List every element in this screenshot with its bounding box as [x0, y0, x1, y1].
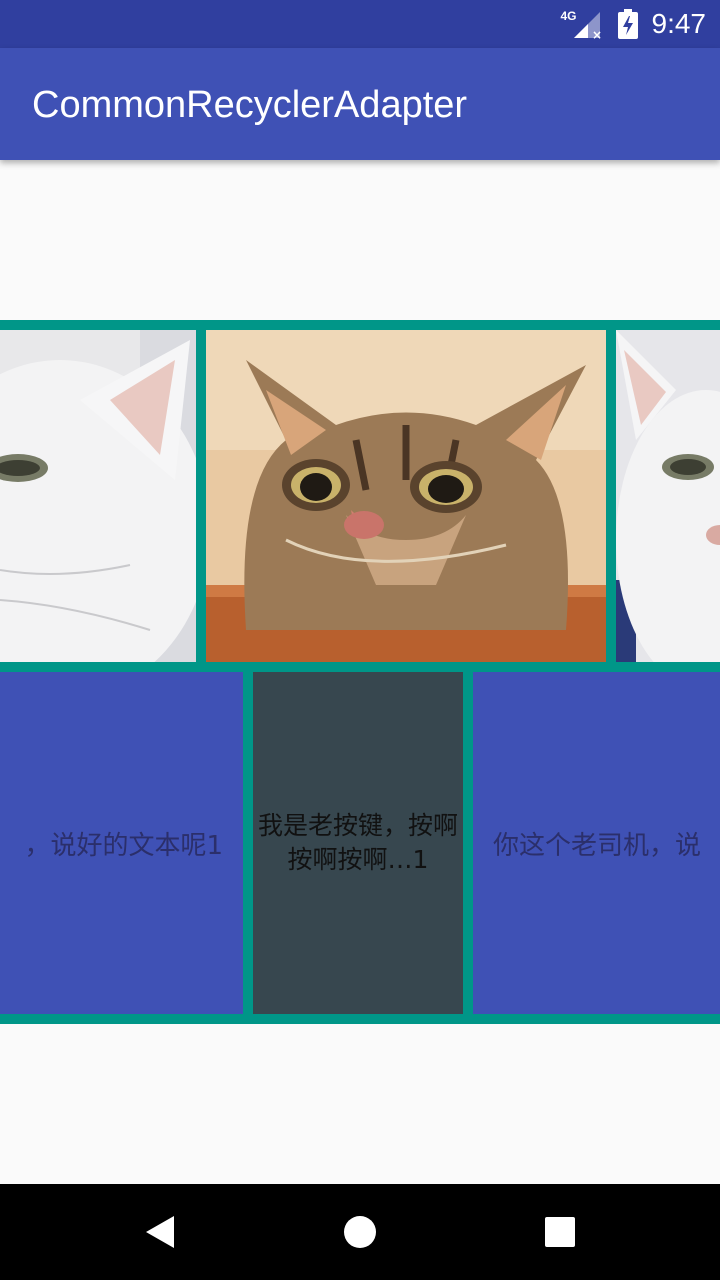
white-cat-photo	[616, 330, 720, 662]
battery-charging-icon	[617, 9, 638, 39]
tabby-cat-photo	[206, 330, 606, 662]
text-item-1[interactable]: ，说好的文本呢1	[0, 672, 243, 1014]
image-item-white-cat-right[interactable]	[616, 330, 720, 662]
status-time: 9:47	[651, 8, 707, 39]
home-icon[interactable]	[340, 1212, 380, 1252]
image-item-white-cat-left[interactable]	[0, 330, 196, 662]
text-recycler-row[interactable]: ，说好的文本呢1 我是老按键，按啊按啊按啊…1 你这个老司机，说	[0, 662, 720, 1024]
signal-icon: 4G ×	[561, 0, 604, 48]
text-item-3[interactable]: 你这个老司机，说	[473, 672, 720, 1014]
svg-text:×: ×	[592, 28, 602, 40]
back-icon[interactable]	[140, 1212, 180, 1252]
text-item-label: 你这个老司机，说	[493, 830, 702, 861]
white-cat-photo	[0, 330, 196, 662]
text-button-item[interactable]: 我是老按键，按啊按啊按啊…1	[253, 672, 463, 1014]
text-button-label: 我是老按键，按啊按啊按啊…1	[258, 811, 459, 874]
image-item-tabby-cat[interactable]	[206, 330, 606, 662]
app-title: CommonRecyclerAdapter	[32, 84, 468, 126]
text-item-label: ，说好的文本呢1	[24, 830, 223, 861]
status-bar: 4G × 9:47	[0, 0, 720, 48]
image-recycler-row[interactable]	[0, 320, 720, 672]
recents-icon[interactable]	[540, 1212, 580, 1252]
navigation-bar	[0, 1184, 720, 1280]
app-bar: CommonRecyclerAdapter	[0, 48, 720, 160]
status-icons: 4G × 9:47	[561, 0, 707, 48]
